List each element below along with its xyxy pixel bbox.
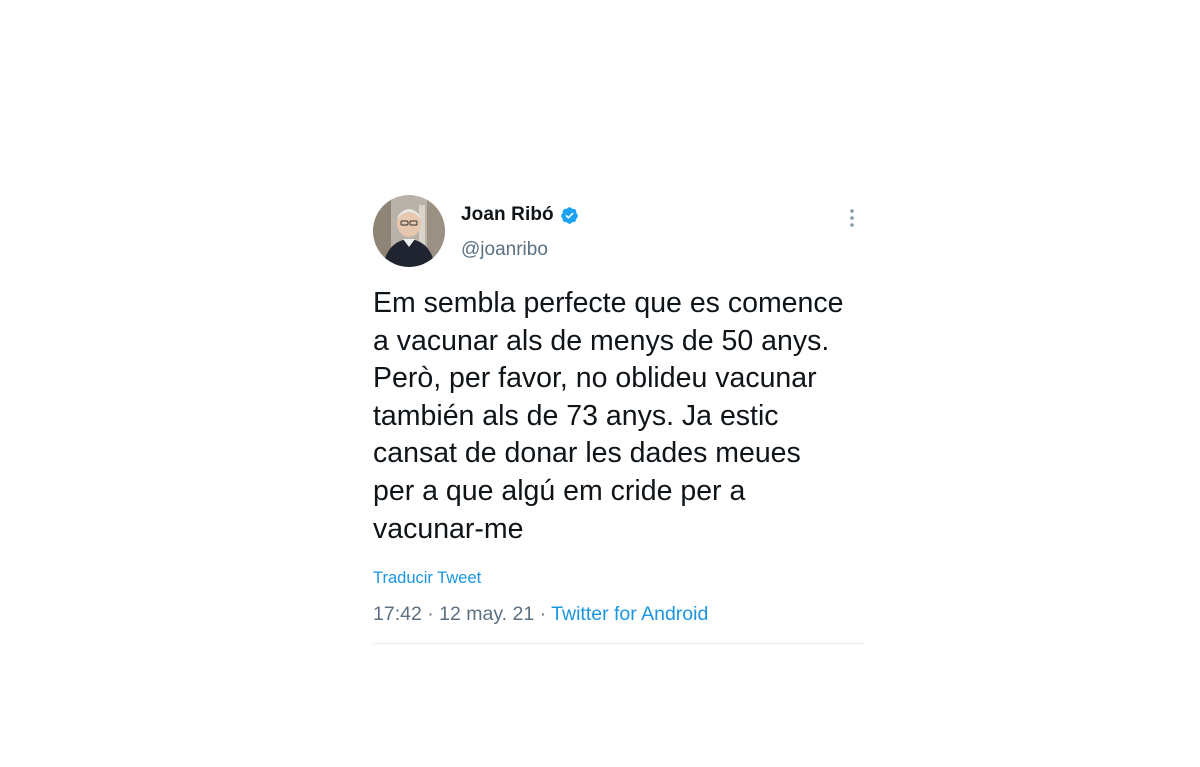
tweet-meta: 17:42 · 12 may. 21 · Twitter for Android [373, 603, 708, 626]
author-display-name[interactable]: Joan Ribó [461, 204, 554, 226]
tweet-text: Em sembla perfecte que es comence a vacu… [373, 287, 844, 545]
author-name-row: Joan Ribó [461, 204, 579, 226]
divider [373, 643, 864, 644]
meta-separator: · [421, 603, 440, 625]
translate-tweet-link[interactable]: Traducir Tweet [373, 569, 481, 588]
tweet-date[interactable]: 12 may. 21 [439, 603, 534, 625]
tweet-time[interactable]: 17:42 [373, 603, 422, 625]
avatar[interactable] [373, 195, 445, 267]
more-options-icon[interactable] [846, 207, 858, 229]
tweet-source-link[interactable]: Twitter for Android [551, 603, 708, 625]
verified-badge-icon [560, 206, 579, 225]
meta-separator: · [534, 603, 552, 625]
author-handle[interactable]: @joanribo [461, 239, 548, 261]
avatar-photo [373, 195, 445, 267]
